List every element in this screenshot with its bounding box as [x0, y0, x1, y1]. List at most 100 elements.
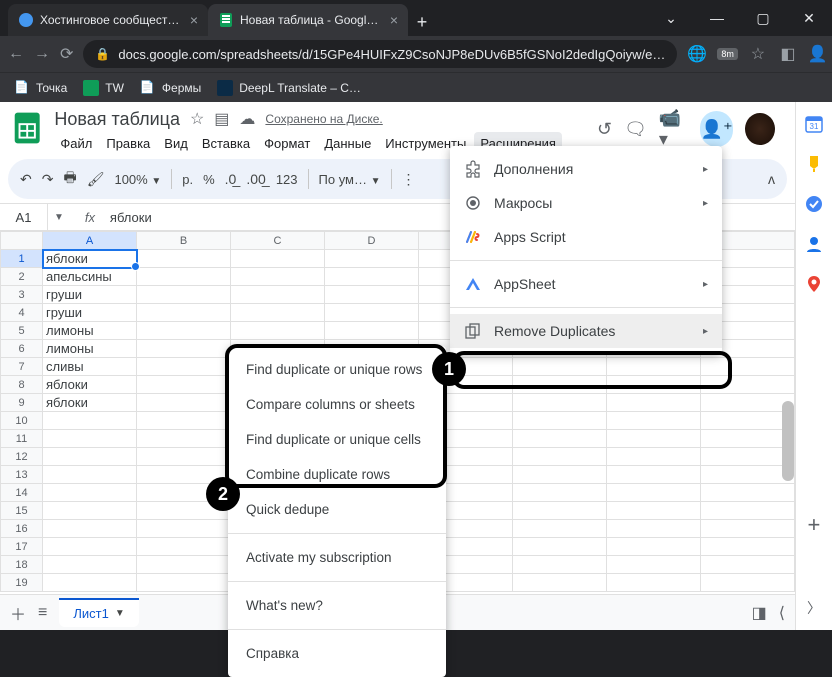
- contacts-icon[interactable]: [804, 234, 824, 254]
- cell[interactable]: апельсины: [43, 268, 137, 286]
- row-header[interactable]: 19: [1, 574, 43, 592]
- comment-icon[interactable]: 🗨: [624, 119, 647, 140]
- ext-appsscript[interactable]: Apps Script: [450, 220, 722, 254]
- doc-title[interactable]: Новая таблица: [54, 109, 180, 130]
- sheets-logo[interactable]: [8, 108, 46, 148]
- profile-icon[interactable]: 👤: [808, 44, 828, 64]
- extension-badge[interactable]: 8m: [717, 48, 738, 60]
- chevron-down-icon[interactable]: ▼: [115, 608, 125, 619]
- decrease-decimal-icon[interactable]: .0̲: [225, 171, 237, 187]
- close-window-icon[interactable]: ✕: [786, 0, 832, 36]
- history-icon[interactable]: ↺: [597, 119, 612, 140]
- col-header[interactable]: B: [137, 232, 231, 250]
- browser-tab[interactable]: Новая таблица - Google Табли… ×: [208, 4, 408, 36]
- cell[interactable]: [230, 250, 324, 268]
- row-header[interactable]: 2: [1, 268, 43, 286]
- minimize-icon[interactable]: —: [694, 0, 740, 36]
- print-icon[interactable]: 🖶: [63, 167, 76, 191]
- star-icon[interactable]: ☆: [190, 109, 204, 129]
- undo-icon[interactable]: ↶: [20, 171, 32, 188]
- row-header[interactable]: 6: [1, 340, 43, 358]
- maximize-icon[interactable]: ▢: [740, 0, 786, 36]
- row-header[interactable]: 1: [1, 250, 43, 268]
- close-icon[interactable]: ×: [390, 12, 398, 28]
- sub-compare[interactable]: Compare columns or sheets: [228, 387, 446, 422]
- bookmark[interactable]: 📄Точка: [8, 76, 73, 100]
- translate-icon[interactable]: 🌐: [687, 44, 707, 64]
- reload-icon[interactable]: ⟳: [60, 44, 73, 64]
- row-header[interactable]: 9: [1, 394, 43, 412]
- ext-addons[interactable]: Дополнения ▸: [450, 152, 722, 186]
- row-header[interactable]: 15: [1, 502, 43, 520]
- account-avatar[interactable]: [745, 113, 775, 145]
- more-toolbar-icon[interactable]: ⋮: [402, 171, 416, 188]
- row-header[interactable]: 12: [1, 448, 43, 466]
- name-box-chevron[interactable]: ▼: [48, 212, 70, 223]
- cell[interactable]: груши: [43, 304, 137, 322]
- font-select[interactable]: По ум… ▼: [319, 172, 381, 187]
- redo-icon[interactable]: ↷: [42, 171, 54, 188]
- sub-find-dup-cells[interactable]: Find duplicate or unique cells: [228, 422, 446, 457]
- col-header[interactable]: D: [324, 232, 418, 250]
- extension-icon[interactable]: ◧: [778, 44, 798, 64]
- hide-panel-icon[interactable]: 〉: [807, 598, 821, 618]
- formula-value[interactable]: яблоки: [110, 210, 152, 225]
- col-header[interactable]: A: [43, 232, 137, 250]
- cell[interactable]: [137, 250, 231, 268]
- menu-file[interactable]: Файл: [54, 132, 98, 155]
- menu-data[interactable]: Данные: [318, 132, 377, 155]
- ext-remove-duplicates[interactable]: Remove Duplicates ▸: [450, 314, 722, 348]
- bookmark[interactable]: TW: [77, 76, 130, 100]
- back-icon[interactable]: ←: [8, 45, 24, 63]
- row-header[interactable]: 17: [1, 538, 43, 556]
- cell[interactable]: яблоки: [43, 250, 137, 268]
- add-panel-icon[interactable]: +: [808, 512, 821, 538]
- calendar-icon[interactable]: 31: [804, 114, 824, 134]
- collapse-toolbar-icon[interactable]: ʌ: [768, 171, 775, 187]
- ext-appsheet[interactable]: AppSheet ▸: [450, 267, 722, 301]
- sub-find-dup-rows[interactable]: Find duplicate or unique rows: [228, 352, 446, 387]
- side-panel-toggle-icon[interactable]: ⟨: [779, 603, 785, 623]
- move-icon[interactable]: ▤: [214, 109, 229, 129]
- percent-button[interactable]: %: [203, 172, 215, 187]
- explore-icon[interactable]: ◨: [752, 603, 767, 623]
- cell[interactable]: лимоны: [43, 322, 137, 340]
- tasks-icon[interactable]: [804, 194, 824, 214]
- paint-format-icon[interactable]: 🖌: [87, 171, 105, 188]
- row-header[interactable]: 4: [1, 304, 43, 322]
- row-header[interactable]: 7: [1, 358, 43, 376]
- cell[interactable]: [324, 250, 418, 268]
- browser-tab[interactable]: Хостинговое сообщество «Time… ×: [8, 4, 208, 36]
- row-header[interactable]: 10: [1, 412, 43, 430]
- sub-help[interactable]: Справка: [228, 636, 446, 671]
- menu-format[interactable]: Формат: [258, 132, 316, 155]
- col-header[interactable]: C: [230, 232, 324, 250]
- menu-insert[interactable]: Вставка: [196, 132, 256, 155]
- row-header[interactable]: 5: [1, 322, 43, 340]
- menu-view[interactable]: Вид: [158, 132, 194, 155]
- cell[interactable]: груши: [43, 286, 137, 304]
- window-down-icon[interactable]: ⌄: [648, 0, 694, 36]
- number-format-button[interactable]: 123: [276, 172, 298, 187]
- cell[interactable]: яблоки: [43, 376, 137, 394]
- bookmark[interactable]: DeepL Translate – С…: [211, 76, 367, 100]
- cell[interactable]: лимоны: [43, 340, 137, 358]
- zoom-select[interactable]: 100% ▼: [114, 172, 161, 187]
- select-all-corner[interactable]: [1, 232, 43, 250]
- row-header[interactable]: 18: [1, 556, 43, 574]
- increase-decimal-icon[interactable]: .00̲: [246, 171, 265, 187]
- vertical-scrollbar[interactable]: [782, 401, 794, 481]
- url-field[interactable]: 🔒 docs.google.com/spreadsheets/d/15GPe4H…: [83, 40, 677, 68]
- close-icon[interactable]: ×: [190, 12, 198, 28]
- currency-button[interactable]: р.: [182, 172, 193, 187]
- share-button[interactable]: 👤⁺: [700, 111, 733, 147]
- bookmark[interactable]: 📄Фермы: [134, 76, 207, 100]
- cell[interactable]: яблоки: [43, 394, 137, 412]
- new-tab-button[interactable]: +: [408, 8, 436, 36]
- sub-quick-dedupe[interactable]: Quick dedupe: [228, 492, 446, 527]
- row-header[interactable]: 13: [1, 466, 43, 484]
- cell[interactable]: сливы: [43, 358, 137, 376]
- all-sheets-icon[interactable]: ≡: [38, 604, 47, 622]
- ext-macros[interactable]: Макросы ▸: [450, 186, 722, 220]
- sub-combine[interactable]: Combine duplicate rows: [228, 457, 446, 492]
